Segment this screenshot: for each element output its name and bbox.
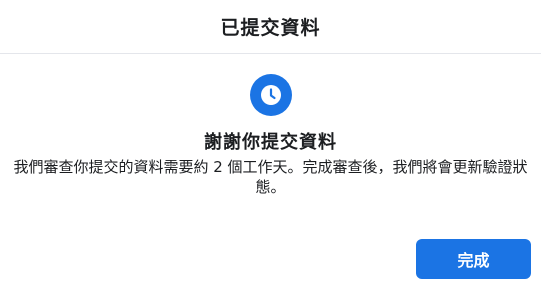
thank-you-heading: 謝謝你提交資料 [204, 132, 337, 153]
clock-icon [247, 71, 295, 119]
review-message: 我們審查你提交的資料需要約 2 個工作天。完成審查後，我們將會更新驗證狀態。 [13, 158, 528, 196]
dialog-title: 已提交資料 [220, 17, 321, 39]
done-button[interactable]: 完成 [416, 239, 531, 279]
dialog-header: 已提交資料 [0, 0, 541, 54]
submission-dialog: 已提交資料 謝謝你提交資料 我們審查你提交的資料需要約 2 個工作天。完成審查後… [0, 0, 541, 292]
dialog-content: 謝謝你提交資料 我們審查你提交的資料需要約 2 個工作天。完成審查後，我們將會更… [0, 54, 541, 197]
